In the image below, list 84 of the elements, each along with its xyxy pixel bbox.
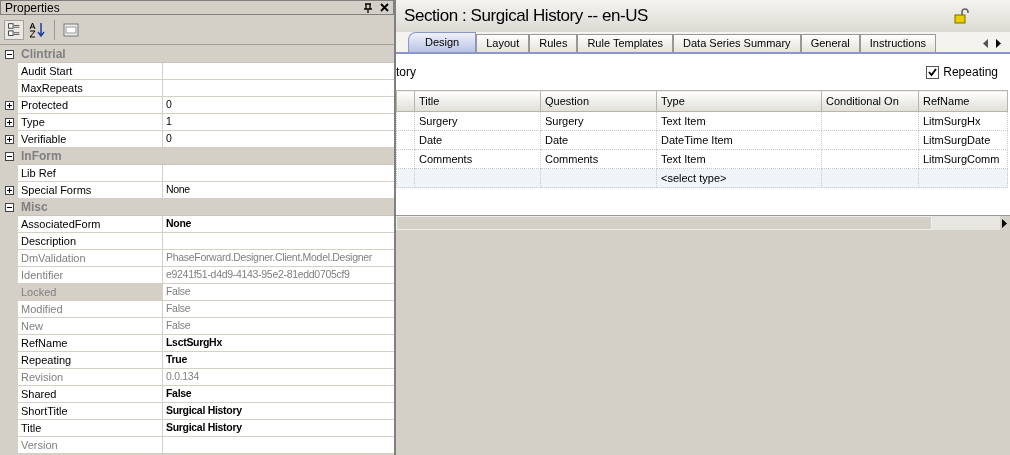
property-name[interactable]: New	[18, 318, 163, 335]
expand-icon[interactable]	[4, 101, 14, 110]
sort-alphabetical-icon[interactable]	[28, 20, 46, 39]
pin-icon[interactable]	[364, 2, 372, 13]
collapse-icon[interactable]	[4, 50, 14, 59]
property-name[interactable]: Version	[18, 437, 163, 454]
property-value[interactable]: Surgical History	[163, 403, 394, 420]
column-header[interactable]: Conditional On	[821, 90, 919, 112]
property-value[interactable]: 0	[163, 131, 394, 148]
table-cell: LitmSurgDate	[918, 130, 1008, 150]
property-name[interactable]: Repeating	[18, 352, 163, 369]
property-name[interactable]: Identifier	[18, 267, 163, 284]
section-label: tory	[396, 64, 416, 81]
property-name[interactable]: DmValidation	[18, 250, 163, 267]
collapse-icon[interactable]	[4, 203, 14, 212]
scroll-right-icon[interactable]	[994, 39, 1002, 48]
tab[interactable]: Data Series Summary	[673, 34, 801, 52]
property-name[interactable]: ShortTitle	[18, 403, 163, 420]
scroll-left-icon[interactable]	[982, 39, 990, 48]
property-value[interactable]: False	[163, 386, 394, 403]
property-value[interactable]: True	[163, 352, 394, 369]
column-header[interactable]: Question	[540, 90, 657, 112]
category-label: Clintrial	[21, 46, 66, 63]
property-value[interactable]: 0	[163, 97, 394, 114]
tab[interactable]: General	[800, 34, 860, 52]
property-name[interactable]: Modified	[18, 301, 163, 318]
tab[interactable]: Rule Templates	[577, 34, 674, 52]
table-cell: Surgery	[414, 111, 541, 131]
table-cell: Comments	[414, 149, 541, 169]
table-cell: <select type>	[656, 168, 822, 188]
property-value[interactable]: None	[163, 216, 394, 233]
property-name[interactable]: RefName	[18, 335, 163, 352]
property-value[interactable]: PhaseForward.Designer.Client.Model.Designer	[163, 250, 394, 267]
property-value[interactable]: 1	[163, 114, 394, 131]
property-value[interactable]: False	[163, 318, 394, 335]
column-header[interactable]: Type	[656, 90, 822, 112]
categorized-view-icon[interactable]	[4, 19, 24, 40]
table-cell: LitmSurgComm	[918, 149, 1008, 169]
property-value[interactable]: False	[163, 284, 394, 301]
collapse-icon[interactable]	[4, 152, 14, 161]
scrollbar-thumb[interactable]	[396, 216, 932, 230]
property-value[interactable]: None	[163, 182, 394, 199]
tab[interactable]: Instructions	[859, 34, 936, 52]
column-header[interactable]: RefName	[918, 90, 1008, 112]
section-title: Section : Surgical History -- en-US	[404, 5, 648, 28]
category-label: Misc	[21, 199, 48, 216]
property-name[interactable]: Type	[18, 114, 163, 131]
property-value[interactable]: e9241f51-d4d9-4143-95e2-81edd0705cf9	[163, 267, 394, 284]
property-name[interactable]: AssociatedForm	[18, 216, 163, 233]
table-cell: Text Item	[656, 111, 822, 131]
property-value[interactable]: 0.0.134	[163, 369, 394, 386]
property-name[interactable]: Audit Start	[18, 63, 163, 80]
expand-icon[interactable]	[4, 118, 14, 127]
property-name[interactable]: Protected	[18, 97, 163, 114]
property-value[interactable]: LsctSurgHx	[163, 335, 394, 352]
property-name[interactable]: Verifiable	[18, 131, 163, 148]
expand-icon[interactable]	[4, 186, 14, 195]
column-header[interactable]: Title	[414, 90, 541, 112]
repeating-checkbox[interactable]	[926, 65, 940, 79]
category-label: InForm	[21, 148, 62, 165]
table-cell: Text Item	[656, 149, 822, 169]
property-name[interactable]: Title	[18, 420, 163, 437]
expand-icon[interactable]	[4, 135, 14, 144]
property-value[interactable]: False	[163, 301, 394, 318]
property-value[interactable]: Surgical History	[163, 420, 394, 437]
unlocked-padlock-icon[interactable]	[954, 8, 970, 24]
table-cell: LitmSurgHx	[918, 111, 1008, 131]
close-icon[interactable]	[380, 3, 389, 12]
tab[interactable]: Design	[408, 32, 477, 52]
table-cell: Comments	[540, 149, 657, 169]
property-name[interactable]: Shared	[18, 386, 163, 403]
repeating-label: Repeating	[943, 64, 998, 81]
table-cell: Date	[540, 130, 657, 150]
table-cell: DateTime Item	[656, 130, 822, 150]
tab[interactable]: Layout	[476, 34, 530, 52]
property-name[interactable]: MaxRepeats	[18, 80, 163, 97]
property-name[interactable]: Revision	[18, 369, 163, 386]
panel-title: Properties	[5, 0, 60, 17]
property-name[interactable]: Lib Ref	[18, 165, 163, 182]
property-name[interactable]: Description	[18, 233, 163, 250]
table-cell: Surgery	[540, 111, 657, 131]
table-cell: Date	[414, 130, 541, 150]
property-name[interactable]: Special Forms	[18, 182, 163, 199]
tab[interactable]: Rules	[529, 34, 578, 52]
